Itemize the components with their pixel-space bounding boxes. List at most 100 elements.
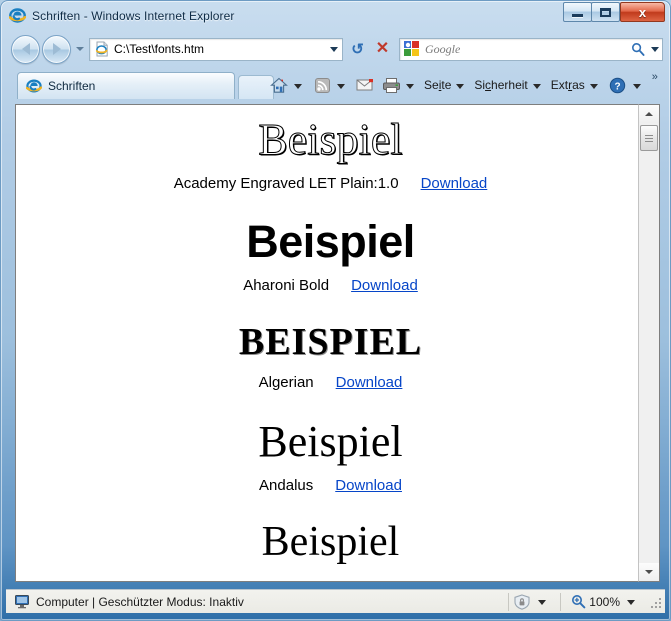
close-icon: x: [639, 6, 646, 19]
magnifier-icon: [631, 42, 645, 56]
forward-arrow-icon: [53, 43, 61, 55]
stop-icon: ✕: [376, 41, 389, 57]
scroll-up-arrow-icon: [645, 112, 653, 116]
font-caption: Algerian Download: [16, 375, 645, 392]
back-button[interactable]: [11, 35, 40, 64]
download-link[interactable]: Download: [421, 175, 488, 192]
svg-text:?: ?: [615, 81, 621, 92]
protected-mode-button[interactable]: [513, 594, 556, 610]
vertical-scrollbar[interactable]: [638, 104, 660, 582]
safety-menu-label: Sicherheit: [473, 78, 528, 92]
status-bar: Computer | Geschützter Modus: Inaktiv 10…: [6, 589, 665, 613]
page-icon: [94, 41, 110, 57]
mail-icon: [354, 75, 376, 95]
page-viewport: Beispiel Academy Engraved LET Plain:1.0 D…: [15, 104, 660, 582]
ie-logo-icon: [9, 7, 26, 24]
download-link[interactable]: Download: [351, 277, 418, 294]
status-divider: [508, 593, 509, 611]
home-icon: [268, 75, 290, 95]
computer-icon: [15, 595, 31, 609]
command-bar-overflow-button[interactable]: »: [652, 71, 658, 83]
chevron-down-icon[interactable]: [337, 84, 345, 89]
ie-page-icon: [26, 78, 42, 94]
chevron-down-icon[interactable]: [590, 84, 598, 89]
ie-window: Schriften - Windows Internet Explorer x: [0, 0, 671, 621]
back-arrow-icon: [22, 43, 30, 55]
address-bar[interactable]: C:\Test\fonts.htm: [89, 38, 343, 61]
document-body: Beispiel Academy Engraved LET Plain:1.0 D…: [16, 105, 645, 582]
font-sample-text: Beispiel: [16, 214, 645, 266]
scroll-thumb[interactable]: [640, 125, 658, 151]
address-url-text: C:\Test\fonts.htm: [114, 42, 325, 56]
chevron-down-icon: [330, 47, 338, 52]
font-name-label: Academy Engraved LET Plain:1.0: [174, 175, 399, 192]
zoom-control[interactable]: 100%: [565, 594, 649, 609]
page-menu[interactable]: Seite: [421, 73, 471, 97]
navigation-bar: C:\Test\fonts.htm ↺ ✕ Google: [6, 33, 665, 65]
tab-label: Schriften: [48, 79, 95, 93]
font-name-label: Aharoni Bold: [243, 277, 329, 294]
chevron-down-icon[interactable]: [456, 84, 464, 89]
window-title: Schriften - Windows Internet Explorer: [32, 9, 234, 23]
read-mail-button[interactable]: [352, 73, 378, 97]
resize-grip-icon[interactable]: [649, 596, 661, 608]
scroll-down-arrow-icon: [645, 570, 653, 574]
feeds-button[interactable]: [309, 73, 352, 97]
chevron-down-icon[interactable]: [633, 84, 641, 89]
chevron-down-icon[interactable]: [533, 84, 541, 89]
window-controls: x: [564, 2, 665, 23]
help-icon: ?: [607, 75, 629, 95]
font-caption: Aharoni Bold Download: [16, 278, 645, 295]
minimize-icon: [572, 14, 583, 17]
address-dropdown-button[interactable]: [325, 39, 342, 60]
refresh-button[interactable]: ↺: [345, 38, 370, 61]
scroll-down-button[interactable]: [639, 563, 659, 581]
font-name-label: Andalus: [259, 477, 313, 494]
rss-feed-icon: [311, 75, 333, 95]
google-icon: [404, 41, 420, 57]
tab-schriften[interactable]: Schriften: [17, 72, 235, 99]
forward-button[interactable]: [42, 35, 71, 64]
chevron-down-icon[interactable]: [538, 600, 546, 605]
search-box[interactable]: Google: [399, 38, 663, 61]
chevron-down-icon: [651, 47, 659, 52]
status-divider: [560, 593, 561, 611]
download-link[interactable]: Download: [335, 477, 402, 494]
help-menu[interactable]: ?: [605, 73, 648, 97]
tools-menu[interactable]: Extras: [548, 73, 605, 97]
home-button[interactable]: [266, 73, 309, 97]
scroll-up-button[interactable]: [639, 105, 659, 123]
minimize-button[interactable]: [563, 2, 592, 22]
font-entry-algerian: BEISPIEL Algerian Download: [16, 316, 645, 391]
search-input[interactable]: Google: [425, 42, 629, 57]
zoom-level-label: 100%: [589, 595, 620, 609]
font-caption: Academy Engraved LET Plain:1.0 Download: [16, 176, 645, 193]
close-button[interactable]: x: [620, 2, 665, 22]
search-submit-button[interactable]: [629, 42, 647, 56]
chevron-down-icon[interactable]: [294, 84, 302, 89]
shield-lock-icon: [513, 594, 531, 610]
search-provider-dropdown[interactable]: [647, 47, 662, 52]
maximize-icon: [600, 8, 611, 17]
font-name-label: Algerian: [259, 374, 314, 391]
stop-button[interactable]: ✕: [370, 38, 395, 61]
zoom-magnifier-icon: [571, 594, 586, 609]
chevron-down-icon[interactable]: [406, 84, 414, 89]
chevron-down-icon[interactable]: [627, 600, 635, 605]
title-bar: Schriften - Windows Internet Explorer x: [0, 0, 671, 31]
recent-pages-icon[interactable]: [76, 47, 84, 51]
font-caption: Andalus Download: [16, 478, 645, 495]
print-button[interactable]: [378, 73, 421, 97]
maximize-button[interactable]: [591, 2, 620, 22]
font-sample-text: BEISPIEL: [16, 316, 645, 362]
download-link[interactable]: Download: [336, 374, 403, 391]
safety-menu[interactable]: Sicherheit: [471, 73, 547, 97]
font-entry-andalus: Beispiel Andalus Download: [16, 413, 645, 494]
font-sample-text: Beispiel: [16, 516, 645, 565]
command-bar: Seite Sicherheit Extras ?: [266, 71, 665, 99]
font-sample-text: Beispiel: [16, 413, 645, 466]
page-menu-label: Seite: [423, 78, 452, 92]
tools-menu-label: Extras: [550, 78, 586, 92]
font-entry-academy: Beispiel Academy Engraved LET Plain:1.0D…: [16, 111, 645, 192]
refresh-icon: ↺: [351, 42, 364, 57]
